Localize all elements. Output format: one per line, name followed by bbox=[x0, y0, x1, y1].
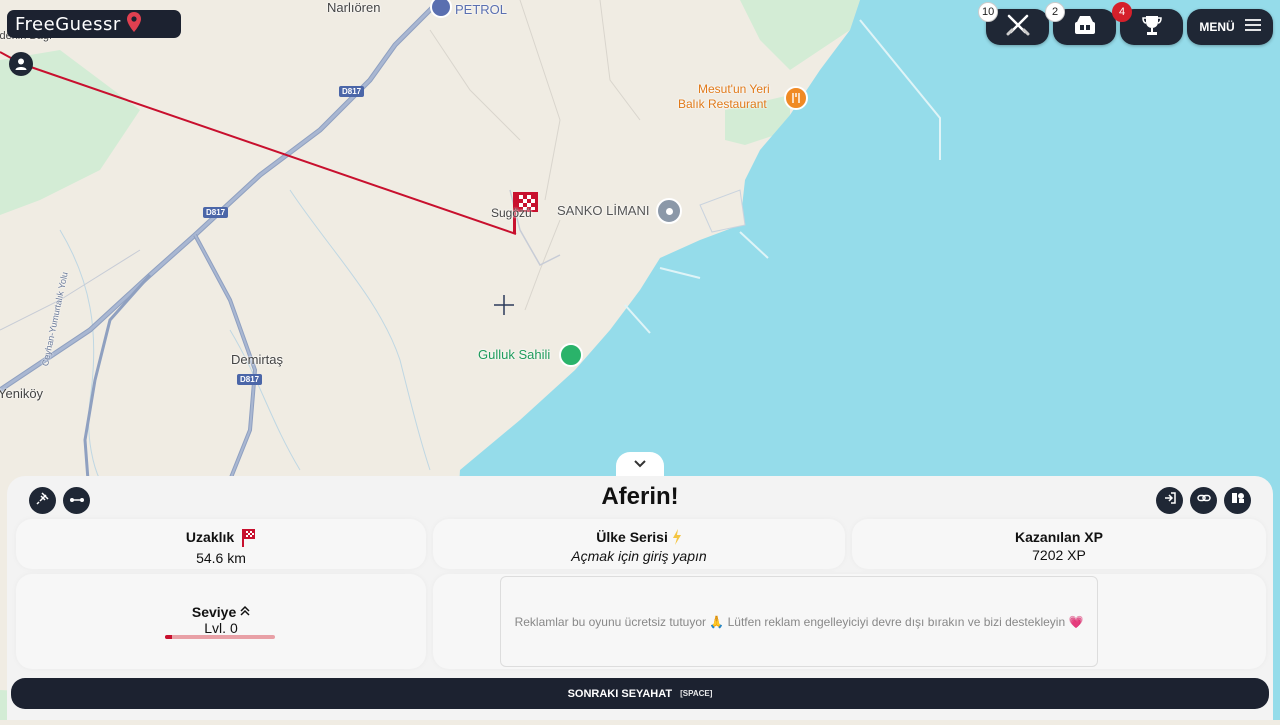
hamburger-icon bbox=[1244, 18, 1261, 36]
country-streak-card: Ülke Serisi Açmak için giriş yapın bbox=[433, 519, 845, 569]
copy-link-button[interactable] bbox=[1190, 487, 1217, 514]
pin-off-icon bbox=[35, 491, 50, 510]
level-progress-fill bbox=[165, 635, 172, 639]
battles-button[interactable]: 10 bbox=[978, 2, 1049, 45]
map-location-icon bbox=[1231, 491, 1245, 510]
road-shield-d817: D817 bbox=[339, 86, 365, 97]
xp-card: Kazanılan XP 7202 XP bbox=[852, 519, 1266, 569]
ad-banner: Reklamlar bu oyunu ücretsiz tutuyor 🙏 Lü… bbox=[500, 576, 1098, 667]
level-label: Seviye bbox=[16, 604, 426, 620]
external-open-icon bbox=[1163, 491, 1177, 510]
xp-label: Kazanılan XP bbox=[1015, 529, 1103, 545]
parties-button[interactable]: 2 bbox=[1045, 2, 1116, 45]
result-title: Aferin! bbox=[601, 483, 679, 510]
beach-icon bbox=[559, 343, 583, 367]
distance-label: Uzaklık bbox=[16, 529, 426, 550]
distance-measure-icon bbox=[69, 492, 85, 510]
hide-guess-button[interactable] bbox=[29, 487, 56, 514]
map-label-demirtas: Demirtaş bbox=[231, 352, 284, 367]
chevron-down-icon bbox=[633, 456, 647, 474]
chevron-double-up-icon bbox=[240, 604, 250, 620]
parties-count-badge: 2 bbox=[1045, 2, 1065, 22]
country-streak-label: Ülke Serisi bbox=[433, 529, 845, 548]
lightning-icon bbox=[672, 529, 682, 548]
menu-label: MENÜ bbox=[1199, 20, 1235, 34]
show-distance-button[interactable] bbox=[63, 487, 90, 514]
next-trip-shortcut: [SPACE] bbox=[680, 689, 713, 698]
logo-text: FreeGuessr bbox=[15, 13, 121, 35]
map-label-gulluk: Gulluk Sahili bbox=[478, 347, 551, 362]
distance-card: Uzaklık 54.6 km bbox=[16, 519, 426, 569]
xp-value: 7202 XP bbox=[1032, 547, 1086, 563]
trophies-button[interactable]: 4 bbox=[1112, 2, 1183, 45]
menu-button[interactable]: MENÜ bbox=[1187, 9, 1273, 45]
party-group-icon bbox=[1072, 12, 1098, 43]
level-progress-bar bbox=[165, 635, 275, 639]
distance-value: 54.6 km bbox=[196, 550, 246, 566]
app-logo[interactable]: FreeGuessr bbox=[7, 10, 181, 38]
map-label-yenikoy: Yeniköy bbox=[0, 386, 44, 401]
level-card: Seviye Lvl. 0 bbox=[16, 574, 426, 669]
collapse-panel-button[interactable] bbox=[616, 452, 664, 478]
next-trip-label: SONRAKI SEYAHAT bbox=[567, 687, 673, 700]
battles-count-badge: 10 bbox=[978, 2, 999, 22]
next-trip-button[interactable]: SONRAKI SEYAHAT [SPACE] bbox=[11, 678, 1269, 709]
country-streak-value: Açmak için giriş yapın bbox=[571, 548, 707, 564]
street-view-button[interactable] bbox=[1224, 487, 1251, 514]
restaurant-icon bbox=[784, 86, 808, 110]
level-value: Lvl. 0 bbox=[204, 620, 238, 636]
map-label-narlioren: Narlıören bbox=[327, 0, 381, 15]
map-pin-icon bbox=[126, 11, 141, 37]
trophy-icon bbox=[1141, 14, 1163, 41]
crossed-swords-icon bbox=[1005, 12, 1031, 43]
map-label-petrol: PETROL bbox=[455, 2, 508, 17]
map-label-restaurant-type: Balık Restaurant bbox=[678, 97, 767, 111]
port-icon bbox=[656, 198, 682, 224]
trophies-count-badge: 4 bbox=[1112, 2, 1132, 22]
road-shield-d817: D817 bbox=[237, 374, 263, 385]
link-icon bbox=[1196, 491, 1211, 510]
road-shield-d817: D817 bbox=[203, 207, 229, 218]
map-label-restaurant-name: Mesut'un Yeri bbox=[698, 82, 770, 96]
checkered-flag-icon bbox=[242, 529, 256, 550]
map-label-sanko: SANKO LİMANI bbox=[557, 203, 650, 218]
guess-marker-icon bbox=[9, 52, 33, 76]
open-location-button[interactable] bbox=[1156, 487, 1183, 514]
map-label-sugozu: Sugözü bbox=[491, 206, 532, 220]
